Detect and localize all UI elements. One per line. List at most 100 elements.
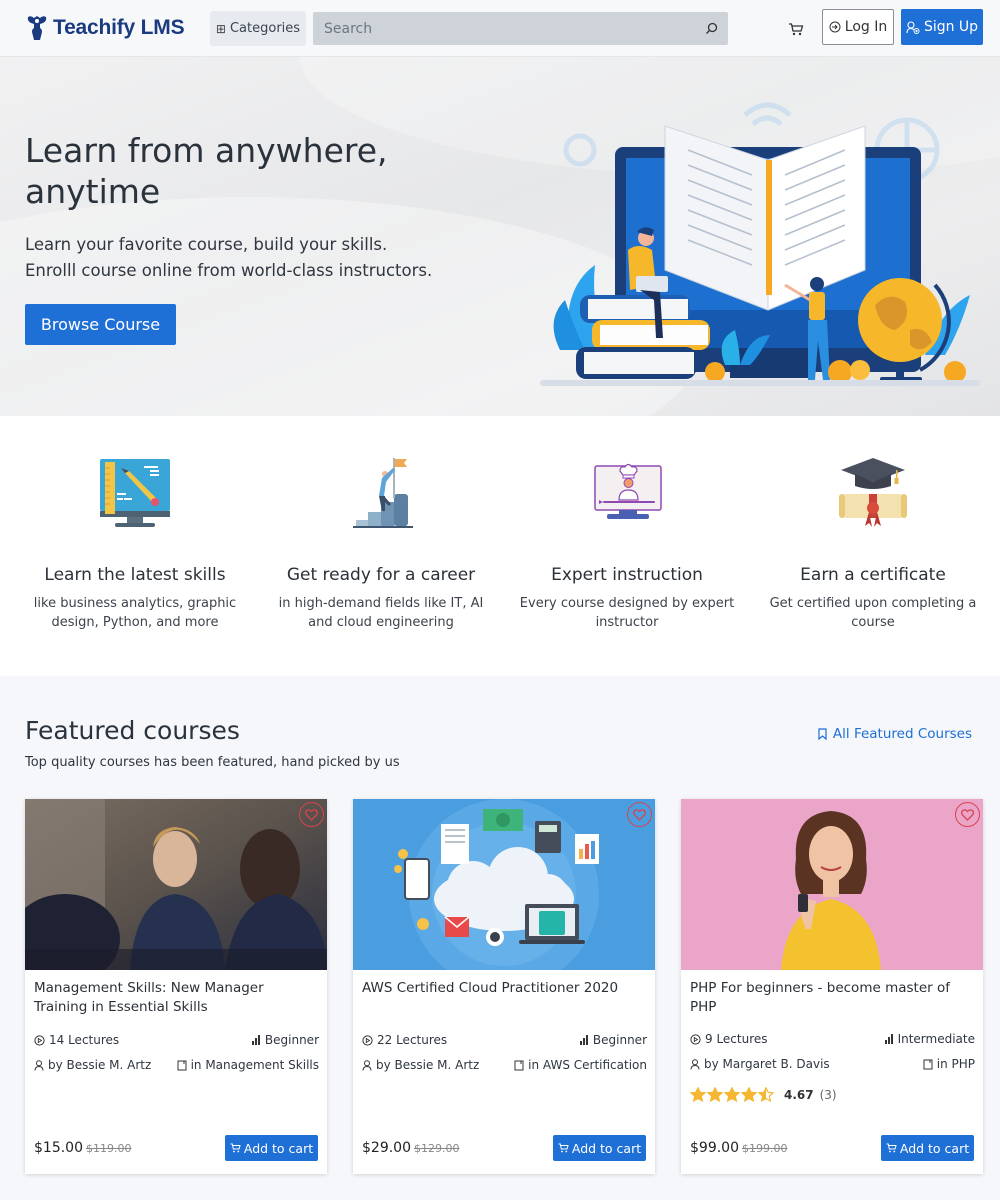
- course-thumbnail[interactable]: [681, 799, 983, 970]
- add-to-cart-button[interactable]: Add to cart: [553, 1135, 646, 1161]
- level-bars-icon: [884, 1034, 894, 1044]
- login-icon: [829, 21, 841, 33]
- login-button[interactable]: Log In: [822, 9, 894, 45]
- favorite-button[interactable]: [955, 802, 980, 827]
- feature-description: Every course designed by expert instruct…: [519, 596, 735, 630]
- user-icon: [362, 1059, 372, 1071]
- hero-subtitle: Learn your favorite course, build your s…: [25, 232, 505, 284]
- course-author[interactable]: by Margaret B. Davis: [704, 1057, 830, 1071]
- featured-courses-section: Featured courses Top quality courses has…: [0, 676, 1000, 1200]
- feature-description: in high-demand fields like IT, AI and cl…: [278, 596, 484, 630]
- brand-logo[interactable]: Teachify LMS: [25, 14, 185, 42]
- course-author[interactable]: by Bessie M. Artz: [48, 1058, 151, 1072]
- search-icon: [705, 22, 717, 34]
- course-rating: 4.67 (3): [690, 1087, 837, 1102]
- search-input[interactable]: [313, 12, 694, 45]
- cart-icon: [886, 1143, 897, 1153]
- teachify-logo-icon: [27, 16, 47, 40]
- add-to-cart-label: Add to cart: [243, 1140, 314, 1156]
- feature-title: Learn the latest skills: [44, 565, 226, 585]
- level-bars-icon: [251, 1035, 261, 1045]
- cloud-computing-illustration: [353, 799, 655, 970]
- add-to-cart-label: Add to cart: [571, 1140, 642, 1156]
- original-price: $129.00: [414, 1142, 460, 1155]
- rating-stars: [690, 1087, 775, 1102]
- play-circle-icon: [362, 1034, 373, 1046]
- feature-item: Learn the latest skills like business an…: [20, 456, 250, 632]
- categories-button[interactable]: ⊞ Categories: [210, 11, 306, 46]
- search-bar: [313, 12, 728, 45]
- brand-name: Teachify LMS: [53, 16, 185, 39]
- course-thumbnail[interactable]: [353, 799, 655, 970]
- folder-icon: [923, 1059, 933, 1070]
- favorite-button[interactable]: [299, 802, 324, 827]
- lectures-count: 22 Lectures: [377, 1033, 448, 1047]
- course-price: $29.00 $129.00: [362, 1140, 460, 1156]
- all-featured-courses-label: All Featured Courses: [832, 726, 972, 742]
- feature-title: Expert instruction: [551, 565, 703, 585]
- business-meeting-photo: [25, 799, 327, 970]
- hero-banner: Learn from anywhere, anytime Learn your …: [0, 57, 1000, 416]
- add-to-cart-button[interactable]: Add to cart: [225, 1135, 318, 1161]
- course-meta-row: by Bessie M. Artz in Management Skills: [34, 1058, 319, 1072]
- hero-subtitle-line-2: Enrolll course online from world-class i…: [25, 261, 433, 280]
- course-card[interactable]: PHP For beginners - become master of PHP…: [681, 799, 983, 1174]
- heart-icon: [305, 808, 318, 821]
- cart-button[interactable]: [786, 20, 806, 38]
- browse-course-button[interactable]: Browse Course: [25, 304, 176, 345]
- cart-icon: [558, 1143, 569, 1153]
- hero-title: Learn from anywhere, anytime: [25, 131, 388, 211]
- lectures-count: 9 Lectures: [705, 1032, 768, 1046]
- cart-icon: [230, 1143, 241, 1153]
- course-meta-row: by Margaret B. Davis in PHP: [690, 1057, 975, 1071]
- course-title[interactable]: Management Skills: New Manager Training …: [34, 979, 319, 1017]
- feature-description: Get certified upon completing a course: [769, 596, 977, 630]
- feature-item: Earn a certificate Get certified upon co…: [758, 456, 988, 632]
- feature-item: Get ready for a career in high-demand fi…: [266, 456, 496, 632]
- rating-count: (3): [819, 1087, 837, 1102]
- section-title: Featured courses: [25, 716, 240, 745]
- course-category[interactable]: in PHP: [937, 1057, 975, 1071]
- course-thumbnail[interactable]: [25, 799, 327, 970]
- login-label: Log In: [844, 19, 888, 35]
- original-price: $119.00: [86, 1142, 132, 1155]
- all-featured-courses-link[interactable]: All Featured Courses: [818, 726, 972, 742]
- graduation-certificate-icon: [839, 458, 907, 527]
- star-full-icon: [707, 1087, 723, 1102]
- user-icon: [34, 1059, 44, 1071]
- add-to-cart-label: Add to cart: [899, 1140, 970, 1156]
- course-card[interactable]: Management Skills: New Manager Training …: [25, 799, 327, 1174]
- section-subtitle: Top quality courses has been featured, h…: [25, 755, 400, 770]
- play-circle-icon: [690, 1033, 701, 1045]
- course-meta-row: by Bessie M. Artz in AWS Certification: [362, 1058, 647, 1072]
- original-price: $199.00: [742, 1142, 788, 1155]
- course-author[interactable]: by Bessie M. Artz: [376, 1058, 479, 1072]
- career-flag-icon: [353, 458, 413, 528]
- signup-label: Sign Up: [923, 19, 979, 35]
- play-circle-icon: [34, 1034, 45, 1046]
- search-button[interactable]: [694, 12, 728, 45]
- feature-title: Get ready for a career: [286, 565, 476, 585]
- signup-button[interactable]: Sign Up: [901, 9, 983, 45]
- course-meta-row: 22 Lectures Beginner: [362, 1033, 647, 1047]
- course-level: Intermediate: [897, 1032, 975, 1046]
- top-navbar: Teachify LMS ⊞ Categories Log In Sign Up: [0, 0, 1000, 57]
- features-section: Learn the latest skills like business an…: [0, 416, 1000, 676]
- course-category[interactable]: in AWS Certification: [528, 1058, 647, 1072]
- course-card[interactable]: AWS Certified Cloud Practitioner 2020 22…: [353, 799, 655, 1174]
- star-half-icon: [758, 1087, 774, 1102]
- add-to-cart-button[interactable]: Add to cart: [881, 1135, 974, 1161]
- woman-with-phone-photo: [681, 799, 983, 970]
- heart-icon: [961, 808, 974, 821]
- user-add-icon: [906, 20, 920, 34]
- level-bars-icon: [579, 1035, 589, 1045]
- grid-icon: ⊞: [215, 21, 226, 36]
- course-category[interactable]: in Management Skills: [191, 1058, 319, 1072]
- cart-icon: [789, 23, 804, 36]
- course-meta-row: 9 Lectures Intermediate: [690, 1032, 975, 1046]
- course-title[interactable]: PHP For beginners - become master of PHP: [690, 979, 975, 1017]
- favorite-button[interactable]: [627, 802, 652, 827]
- feature-title: Earn a certificate: [800, 565, 946, 585]
- course-title[interactable]: AWS Certified Cloud Practitioner 2020: [362, 979, 647, 998]
- course-level: Beginner: [592, 1033, 647, 1047]
